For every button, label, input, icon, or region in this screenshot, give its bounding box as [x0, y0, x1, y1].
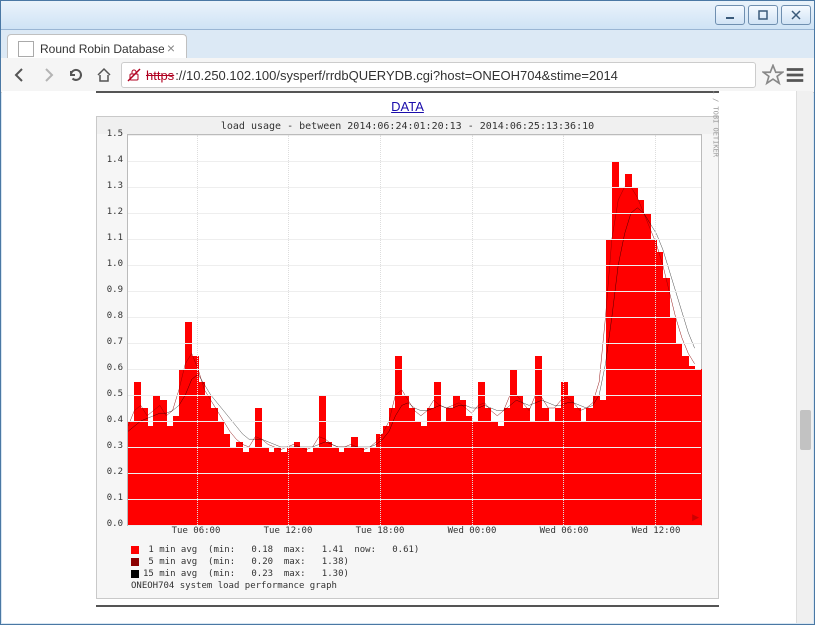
- horizontal-rule: [96, 91, 719, 93]
- plot-area: ▶: [127, 134, 702, 526]
- x-axis: Tue 06:00Tue 12:00Tue 18:00Wed 00:00Wed …: [127, 526, 702, 540]
- reload-button[interactable]: [65, 64, 87, 86]
- window-maximize-button[interactable]: [748, 5, 778, 25]
- vertical-scrollbar[interactable]: [796, 91, 813, 623]
- window-titlebar: [1, 1, 814, 30]
- rrd-chart: load usage - between 2014:06:24:01:20:13…: [96, 116, 719, 599]
- chart-title: load usage - between 2014:06:24:01:20:13…: [97, 117, 718, 134]
- back-button[interactable]: [9, 64, 31, 86]
- home-button[interactable]: [93, 64, 115, 86]
- y-axis: 0.00.10.20.30.40.50.60.70.80.91.01.11.21…: [97, 134, 127, 524]
- menu-button[interactable]: [784, 64, 806, 86]
- url-text: ://10.250.102.100/sysperf/rrdbQUERYDB.cg…: [175, 68, 618, 83]
- window-close-button[interactable]: [781, 5, 811, 25]
- page-favicon-icon: [18, 41, 34, 57]
- forward-button[interactable]: [37, 64, 59, 86]
- rrdtool-watermark: RRDTOOL / TOBI OETIKER: [712, 91, 720, 157]
- overflow-arrow-icon: ▶: [692, 512, 699, 523]
- scroll-thumb[interactable]: [800, 410, 811, 450]
- page-content: DATA load usage - between 2014:06:24:01:…: [2, 91, 813, 623]
- ssl-warning-icon: [126, 67, 142, 83]
- url-bar[interactable]: https ://10.250.102.100/sysperf/rrdbQUER…: [121, 62, 756, 88]
- browser-tab[interactable]: Round Robin Database Qu ×: [7, 34, 187, 58]
- tab-close-icon[interactable]: ×: [164, 42, 178, 56]
- browser-window: Round Robin Database Qu × https ://10.25…: [0, 0, 815, 625]
- chart-legend: 1 min avg (min: 0.18 max: 1.41 now: 0.61…: [97, 540, 718, 598]
- tab-strip: Round Robin Database Qu ×: [1, 30, 814, 58]
- url-protocol-struck: https: [146, 68, 174, 83]
- bookmark-star-icon[interactable]: [762, 64, 784, 86]
- horizontal-rule: [96, 605, 719, 607]
- window-minimize-button[interactable]: [715, 5, 745, 25]
- data-link[interactable]: DATA: [16, 99, 799, 114]
- browser-toolbar: https ://10.250.102.100/sysperf/rrdbQUER…: [1, 58, 814, 93]
- tab-title: Round Robin Database Qu: [40, 42, 164, 56]
